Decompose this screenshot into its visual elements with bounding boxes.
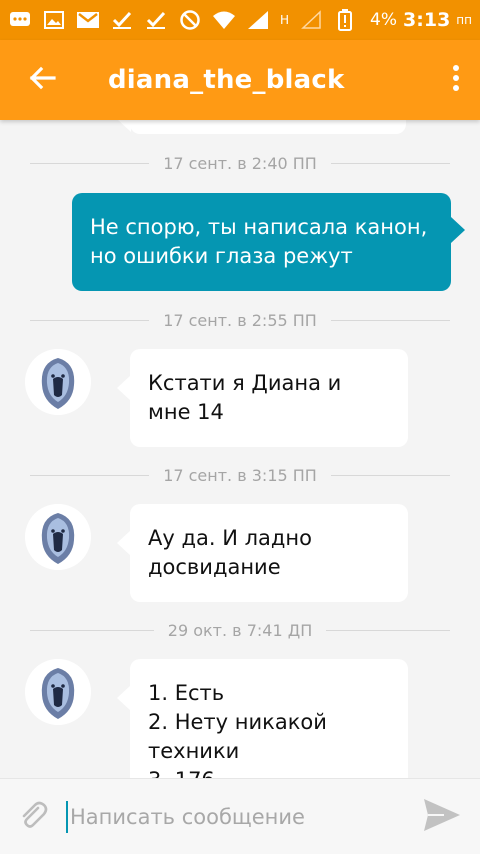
send-button[interactable] bbox=[404, 779, 480, 854]
network-type: H bbox=[280, 13, 290, 27]
date-separator: 29 окт. в 7:41 ДП bbox=[30, 620, 451, 640]
check-icon bbox=[110, 10, 134, 30]
message-bubble-incoming[interactable]: Ау да. И ладно досвидание bbox=[117, 504, 408, 602]
send-icon bbox=[422, 797, 462, 837]
message-bubble-incoming[interactable]: Кстати я Диана и мне 14 bbox=[117, 349, 408, 447]
composer-bar bbox=[0, 778, 480, 854]
message-bubble-incoming bbox=[117, 120, 406, 134]
back-button[interactable] bbox=[0, 40, 84, 120]
check-icon bbox=[144, 10, 168, 30]
paperclip-icon bbox=[18, 800, 48, 834]
more-vertical-icon bbox=[452, 64, 460, 96]
date-separator: 17 сент. в 2:55 ПП bbox=[30, 310, 451, 330]
gmail-icon bbox=[76, 10, 100, 30]
message-bubble-outgoing[interactable]: Не спорю, ты написала канон, но ошибки г… bbox=[72, 193, 465, 291]
message-text: Кстати я Диана и мне 14 bbox=[148, 371, 342, 424]
signal-icon bbox=[246, 10, 270, 30]
message-line: 2. Нету никакой техники bbox=[148, 710, 327, 763]
message-bubble-incoming[interactable]: 1. Есть 2. Нету никакой техники 3. 176 bbox=[117, 659, 408, 778]
avatar[interactable] bbox=[25, 659, 91, 725]
image-icon bbox=[42, 10, 66, 30]
avatar[interactable] bbox=[25, 349, 91, 415]
blocked-icon bbox=[178, 10, 202, 30]
message-input[interactable] bbox=[68, 796, 404, 837]
signal-outline-icon bbox=[299, 10, 323, 30]
clock: 3:13 bbox=[403, 9, 451, 31]
status-bar: H 4% 3:13 пп bbox=[0, 0, 480, 40]
conversation-title: diana_the_black bbox=[108, 65, 345, 95]
clock-suffix: пп bbox=[456, 13, 472, 27]
message-line: 3. 176 bbox=[148, 766, 390, 778]
app-bar: diana_the_black bbox=[0, 40, 480, 120]
arrow-left-icon bbox=[28, 66, 56, 94]
date-separator: 17 сент. в 3:15 ПП bbox=[30, 465, 451, 485]
message-line: 1. Есть bbox=[148, 681, 225, 705]
messenger-icon bbox=[8, 10, 32, 30]
message-text: Ау да. И ладно досвидание bbox=[148, 526, 312, 579]
date-separator: 17 сент. в 2:40 ПП bbox=[30, 153, 451, 173]
attach-button[interactable] bbox=[0, 779, 66, 854]
avatar[interactable] bbox=[25, 504, 91, 570]
wifi-icon bbox=[212, 10, 236, 30]
message-text: Не спорю, ты написала канон, но ошибки г… bbox=[90, 215, 428, 268]
battery-alert-icon bbox=[333, 9, 357, 31]
battery-percent: 4% bbox=[370, 10, 398, 30]
overflow-menu-button[interactable] bbox=[432, 40, 480, 120]
message-list[interactable]: 17 сент. в 2:40 ПП Не спорю, ты написала… bbox=[0, 120, 480, 778]
